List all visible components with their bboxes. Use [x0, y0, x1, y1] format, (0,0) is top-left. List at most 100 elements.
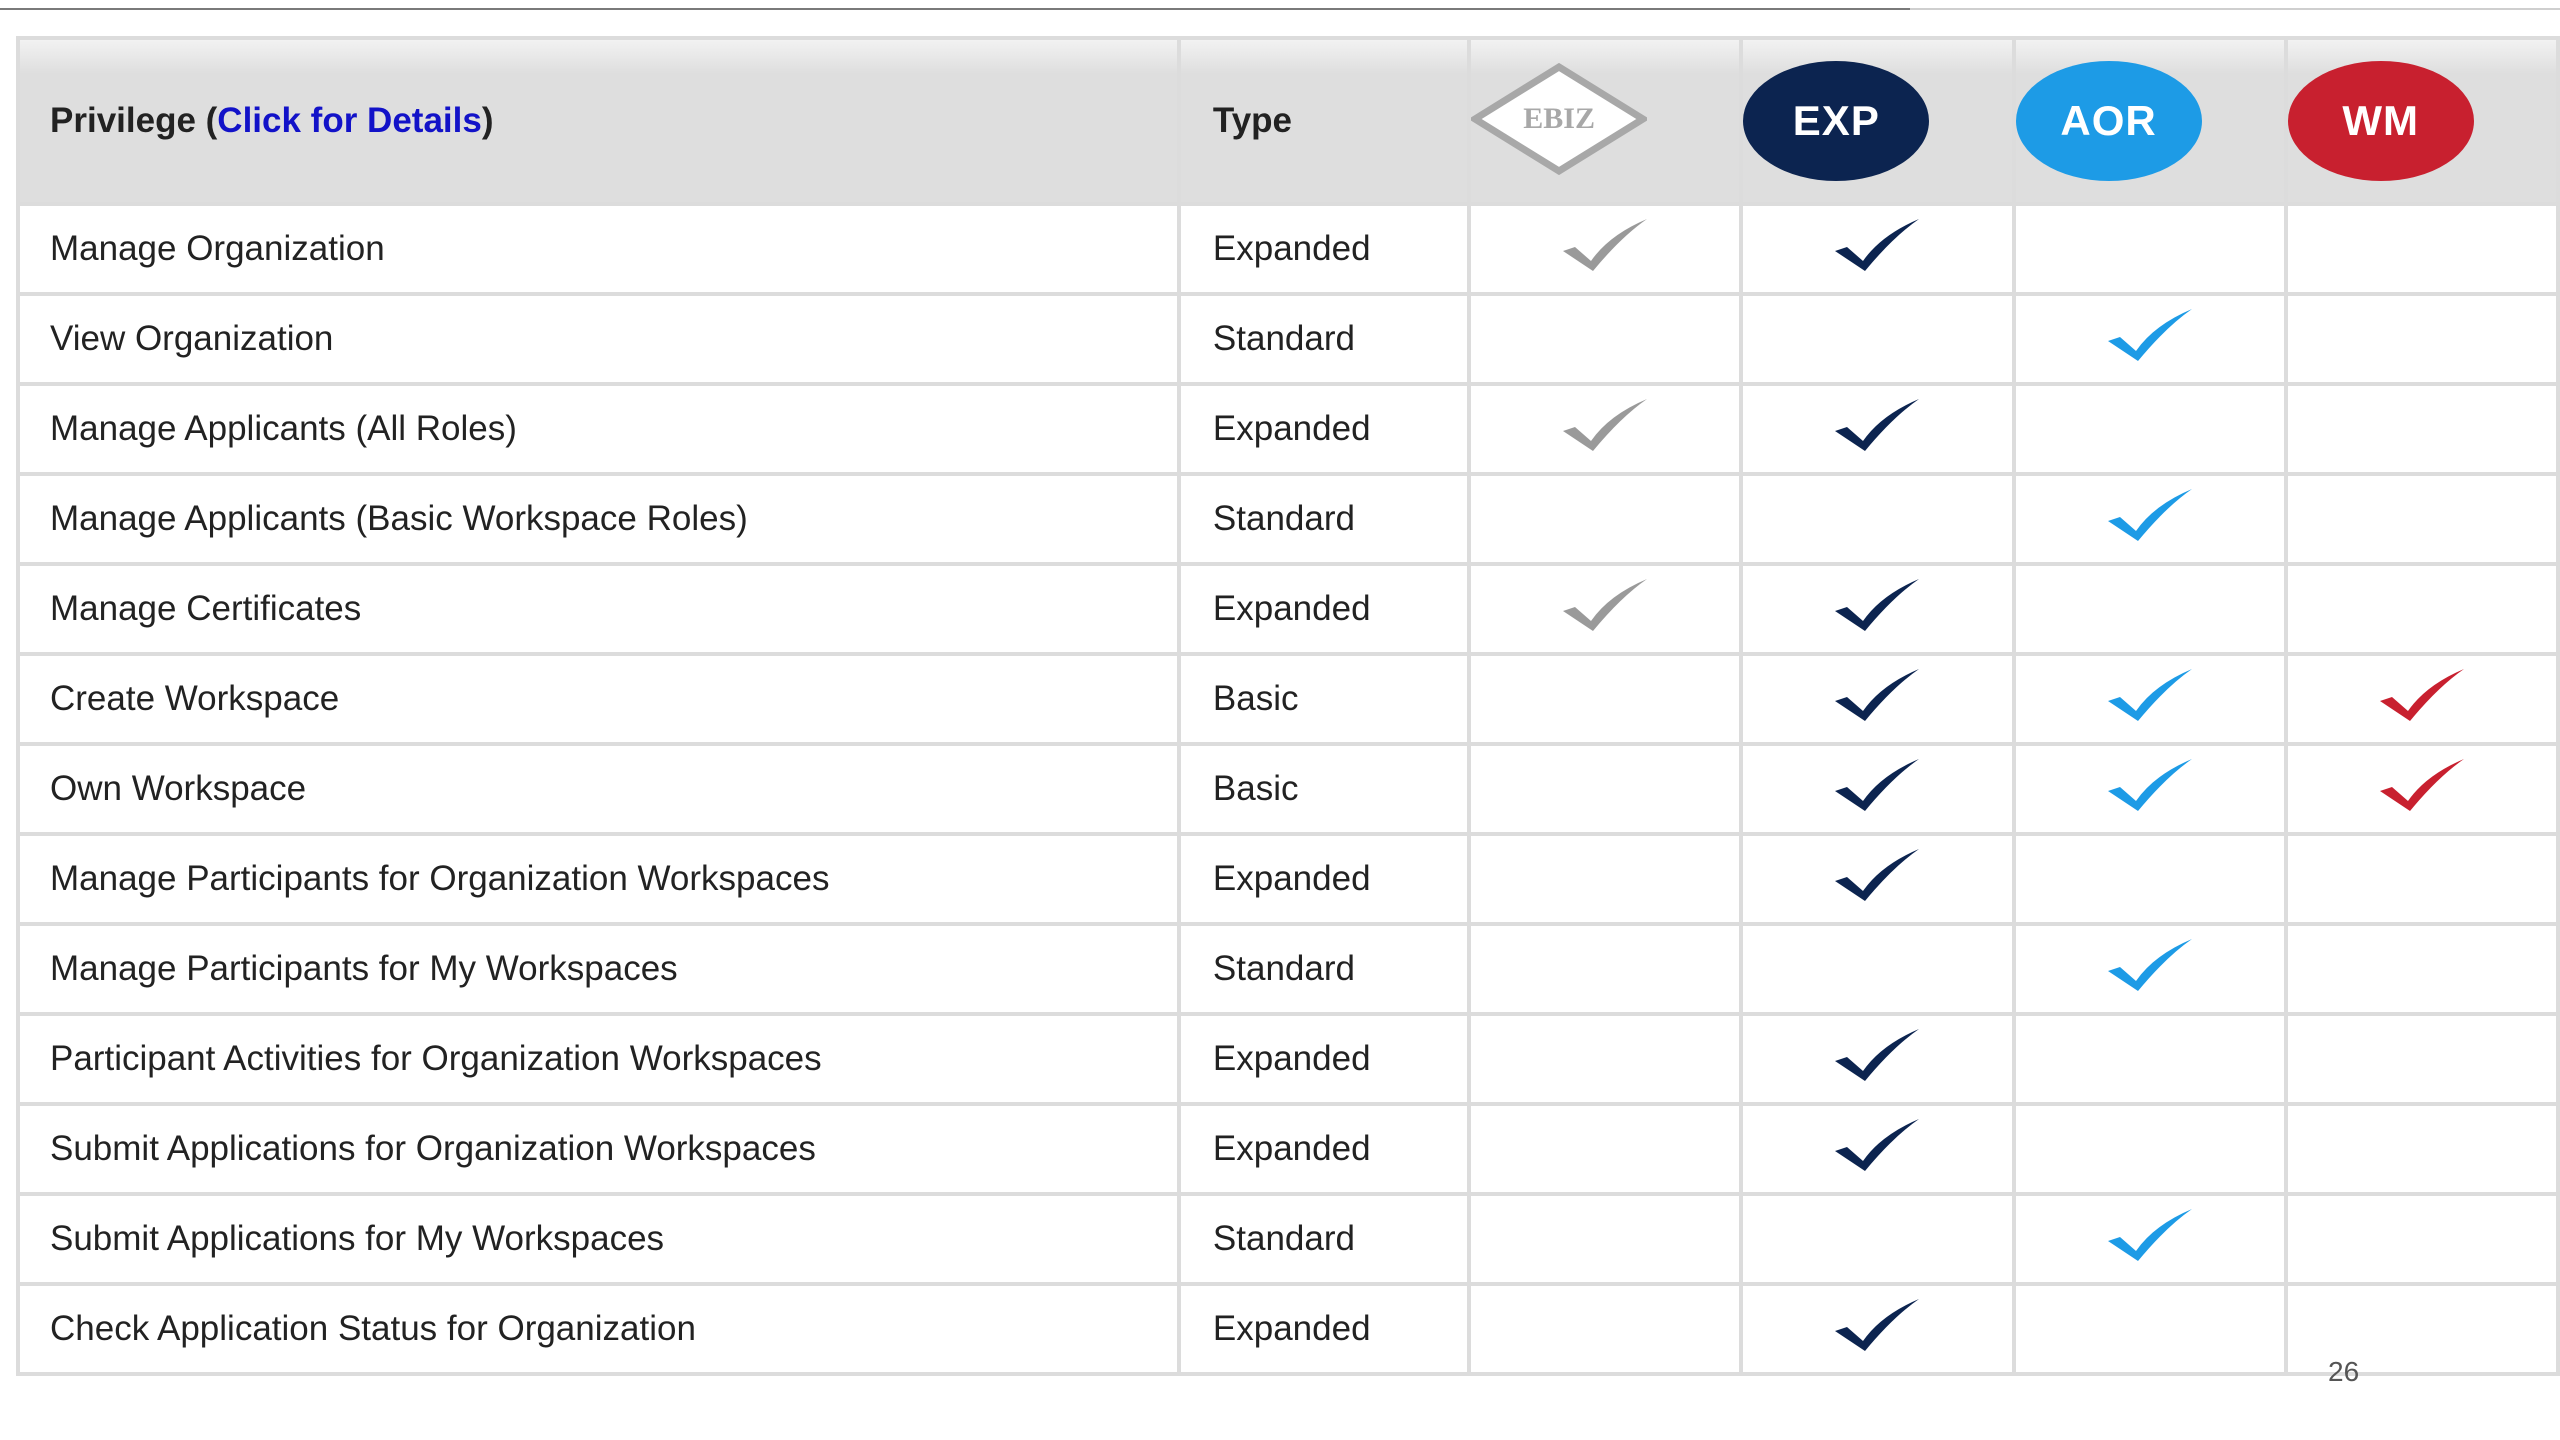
- checkmark-icon: [1563, 398, 1648, 451]
- role-cell-aor: [2011, 1282, 2288, 1376]
- checkmark-icon: [1835, 218, 1920, 271]
- role-cell-aor: [2011, 1192, 2288, 1286]
- type-cell: Standard: [1176, 292, 1472, 386]
- type-cell: Standard: [1176, 472, 1472, 566]
- table-row: Manage Participants for Organization Wor…: [16, 832, 2560, 926]
- checkmark-icon: [2107, 1208, 2192, 1261]
- privilege-header-label: Privilege (: [50, 101, 218, 140]
- table-row: Manage Organization Expanded: [16, 202, 2560, 296]
- privilege-cell: Manage Participants for My Workspaces: [16, 922, 1181, 1016]
- role-cell-aor: [2011, 562, 2288, 656]
- type-cell: Expanded: [1176, 1282, 1472, 1376]
- role-cell-exp: [1739, 832, 2016, 926]
- privilege-cell: View Organization: [16, 292, 1181, 386]
- top-rule-right: [1910, 8, 2560, 10]
- type-cell: Basic: [1176, 742, 1472, 836]
- privilege-cell: Manage Applicants (Basic Workspace Roles…: [16, 472, 1181, 566]
- wm-badge: WM: [2287, 61, 2474, 181]
- role-cell-aor: [2011, 922, 2288, 1016]
- privileges-table: Privilege (Click for Details) Type EBIZ …: [16, 36, 2560, 1376]
- slide-number: 26: [2328, 1356, 2360, 1387]
- role-cell-exp: [1739, 292, 2016, 386]
- checkmark-icon: [1835, 1028, 1920, 1081]
- role-cell-wm: [2283, 1192, 2560, 1286]
- role-cell-wm: [2283, 562, 2560, 656]
- checkmark-icon: [2107, 308, 2192, 361]
- role-cell-ebiz: [1467, 922, 1744, 1016]
- role-cell-wm: [2283, 1102, 2560, 1196]
- role-header-wm: WM: [2283, 36, 2560, 206]
- role-cell-wm: [2283, 382, 2560, 476]
- role-cell-exp: [1739, 1102, 2016, 1196]
- role-cell-ebiz: [1467, 202, 1744, 296]
- checkmark-icon: [2379, 668, 2464, 721]
- role-cell-ebiz: [1467, 562, 1744, 656]
- role-cell-exp: [1739, 1012, 2016, 1106]
- role-cell-aor: [2011, 1102, 2288, 1196]
- role-cell-aor: [2011, 742, 2288, 836]
- role-cell-ebiz: [1467, 1102, 1744, 1196]
- table-row: View Organization Standard: [16, 292, 2560, 386]
- role-cell-aor: [2011, 202, 2288, 296]
- table-row: Submit Applications for Organization Wor…: [16, 1102, 2560, 1196]
- privilege-column-header: Privilege (Click for Details): [16, 36, 1181, 206]
- role-cell-wm: [2283, 832, 2560, 926]
- checkmark-icon: [1563, 578, 1648, 631]
- type-cell: Basic: [1176, 652, 1472, 746]
- privilege-cell: Submit Applications for My Workspaces: [16, 1192, 1181, 1286]
- checkmark-icon: [1835, 1298, 1920, 1351]
- role-cell-ebiz: [1467, 1192, 1744, 1286]
- role-cell-exp: [1739, 472, 2016, 566]
- table-row: Check Application Status for Organizatio…: [16, 1282, 2560, 1376]
- privilege-cell: Own Workspace: [16, 742, 1181, 836]
- type-column-header: Type: [1176, 36, 1472, 206]
- privilege-cell: Manage Participants for Organization Wor…: [16, 832, 1181, 926]
- role-cell-aor: [2011, 1012, 2288, 1106]
- checkmark-icon: [1563, 218, 1648, 271]
- role-header-exp: EXP: [1739, 36, 2016, 206]
- privilege-cell: Manage Organization: [16, 202, 1181, 296]
- checkmark-icon: [1835, 758, 1920, 811]
- role-cell-ebiz: [1467, 832, 1744, 926]
- checkmark-icon: [2379, 758, 2464, 811]
- role-cell-wm: [2283, 652, 2560, 746]
- table-row: Manage Applicants (Basic Workspace Roles…: [16, 472, 2560, 566]
- privilege-cell: Submit Applications for Organization Wor…: [16, 1102, 1181, 1196]
- type-cell: Standard: [1176, 922, 1472, 1016]
- role-cell-exp: [1739, 1282, 2016, 1376]
- role-cell-exp: [1739, 562, 2016, 656]
- role-cell-aor: [2011, 832, 2288, 926]
- type-cell: Expanded: [1176, 832, 1472, 926]
- type-header-label: Type: [1212, 101, 1292, 140]
- role-cell-exp: [1739, 382, 2016, 476]
- checkmark-icon: [1835, 848, 1920, 901]
- role-cell-ebiz: [1467, 742, 1744, 836]
- type-cell: Expanded: [1176, 1102, 1472, 1196]
- role-cell-wm: [2283, 742, 2560, 836]
- table-row: Participant Activities for Organization …: [16, 1012, 2560, 1106]
- role-cell-aor: [2011, 382, 2288, 476]
- role-cell-ebiz: [1467, 382, 1744, 476]
- role-cell-wm: [2283, 472, 2560, 566]
- checkmark-icon: [2107, 668, 2192, 721]
- privilege-header-close: ): [481, 101, 494, 140]
- role-cell-exp: [1739, 1192, 2016, 1286]
- ebiz-badge: EBIZ: [1471, 62, 1648, 175]
- role-header-aor: AOR: [2011, 36, 2288, 206]
- checkmark-icon: [2107, 938, 2192, 991]
- role-cell-ebiz: [1467, 652, 1744, 746]
- privilege-cell: Create Workspace: [16, 652, 1181, 746]
- aor-badge: AOR: [2015, 61, 2202, 181]
- role-cell-exp: [1739, 652, 2016, 746]
- role-cell-aor: [2011, 652, 2288, 746]
- ebiz-badge-label: EBIZ: [1523, 101, 1595, 135]
- role-cell-aor: [2011, 472, 2288, 566]
- table-row: Submit Applications for My Workspaces Sta…: [16, 1192, 2560, 1286]
- role-cell-exp: [1739, 922, 2016, 1016]
- click-for-details-link[interactable]: Click for Details: [217, 101, 482, 140]
- role-cell-ebiz: [1467, 1012, 1744, 1106]
- table-header-row: Privilege (Click for Details) Type EBIZ …: [16, 36, 2560, 206]
- checkmark-icon: [2107, 488, 2192, 541]
- role-cell-exp: [1739, 202, 2016, 296]
- role-cell-ebiz: [1467, 1282, 1744, 1376]
